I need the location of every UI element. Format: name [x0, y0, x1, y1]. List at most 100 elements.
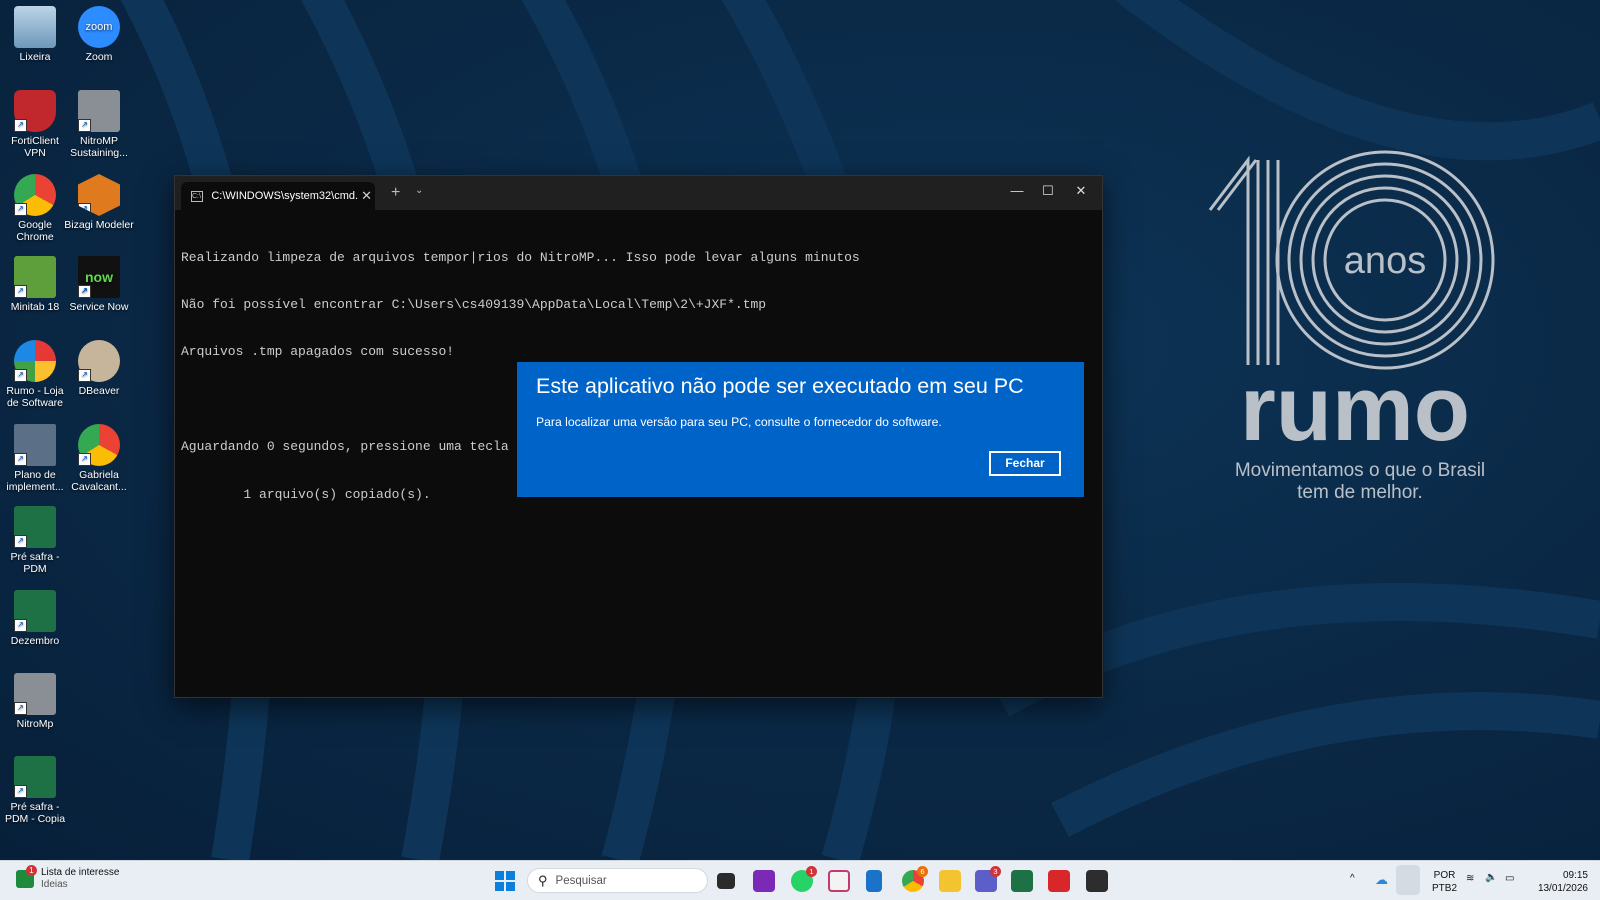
- desktop-icon-label: Pré safra - PDM - Copia: [4, 801, 66, 825]
- desktop-icon[interactable]: ↗ NitroMP Sustaining...: [64, 90, 134, 159]
- desktop-icon[interactable]: now ↗ Service Now: [64, 256, 134, 313]
- gabriela-chrome-icon: ↗: [78, 424, 120, 466]
- widgets-button[interactable]: 1 Lista de interesse Ideias: [16, 865, 120, 891]
- desktop-icon[interactable]: ↗ DBeaver: [64, 340, 134, 397]
- rumo-10-anos-graphic: anos rumo: [1208, 150, 1495, 460]
- desktop-icon[interactable]: ↗ Dezembro: [0, 590, 70, 647]
- excel-file-icon: ↗: [14, 506, 56, 548]
- desktop-icon-label: Rumo - Loja de Software: [6, 385, 64, 409]
- shortcut-arrow-icon: ↗: [14, 535, 27, 548]
- desktop-icon-label: Lixeira: [19, 51, 51, 63]
- desktop-icon[interactable]: ↗ Pré safra - PDM - Copia: [0, 756, 70, 825]
- shortcut-arrow-icon: ↗: [14, 285, 27, 298]
- shortcut-arrow-icon: ↗: [14, 702, 27, 715]
- shortcut-arrow-icon: ↗: [14, 369, 27, 382]
- desktop-icon-label: Service Now: [69, 301, 129, 313]
- whatsapp-badge: 1: [806, 866, 817, 877]
- volume-icon[interactable]: 🔈: [1485, 872, 1497, 883]
- desktop-icon-label: FortiClient VPN: [11, 135, 59, 159]
- tab-title: C:\WINDOWS\system32\cmd.: [211, 190, 359, 202]
- plano-implementacao-icon: ↗: [14, 424, 56, 466]
- widget-title: Lista de interesse: [41, 867, 120, 878]
- recycle-bin-icon: [14, 6, 56, 48]
- onedrive-icon[interactable]: ☁: [1375, 872, 1388, 888]
- dbeaver-icon: ↗: [78, 340, 120, 382]
- forticlient-vpn-icon: ↗: [14, 90, 56, 132]
- excel-icon[interactable]: [1011, 870, 1033, 892]
- language-code: POR: [1433, 870, 1456, 881]
- desktop-icon[interactable]: ↗ Pré safra - PDM: [0, 506, 70, 575]
- desktop-icon-label: Bizagi Modeler: [64, 219, 134, 231]
- snipping-tool-icon[interactable]: [828, 870, 850, 892]
- terminal-titlebar[interactable]: C:\ C:\WINDOWS\system32\cmd. ✕ + ⌄ — ☐ ✕: [175, 176, 1102, 210]
- desktop-icon[interactable]: ↗ Google Chrome: [0, 174, 70, 243]
- desktop-icon[interactable]: ↗ FortiClient VPN: [0, 90, 70, 159]
- shortcut-arrow-icon: ↗: [78, 285, 91, 298]
- rumo-brand-text: rumo: [1240, 358, 1470, 450]
- desktop-icon[interactable]: ↗ Rumo - Loja de Software: [0, 340, 70, 409]
- search-box[interactable]: ⚲ Pesquisar: [527, 868, 708, 893]
- app-error-dialog: Este aplicativo não pode ser executado e…: [517, 362, 1084, 497]
- tagline-line-2: tem de melhor.: [1297, 482, 1423, 503]
- terminal-line: Não foi possível encontrar C:\Users\cs40…: [181, 296, 767, 312]
- rumo-logo: anos rumo Movimentamos o que o Brasil te…: [1200, 150, 1520, 510]
- rumo-loja-icon: ↗: [14, 340, 56, 382]
- servicenow-icon: now ↗: [78, 256, 120, 298]
- terminal-icon[interactable]: [1086, 870, 1108, 892]
- terminal-line: Realizando limpeza de arquivos tempor|ri…: [181, 249, 860, 265]
- desktop-icon-label: DBeaver: [78, 385, 120, 397]
- battery-icon[interactable]: ▭: [1505, 873, 1514, 884]
- desktop-icon[interactable]: ↗ Plano de implement...: [0, 424, 70, 493]
- dialog-title: Este aplicativo não pode ser executado e…: [536, 374, 1024, 398]
- chevron-down-icon[interactable]: ⌄: [415, 185, 423, 196]
- shortcut-arrow-icon: ↗: [14, 785, 27, 798]
- minimize-button[interactable]: —: [1002, 180, 1032, 202]
- whatsapp-icon[interactable]: 1: [791, 866, 817, 892]
- forticlient-icon[interactable]: [1048, 870, 1070, 892]
- file-explorer-icon[interactable]: [939, 870, 961, 892]
- clock[interactable]: 09:15 13/01/2026: [1522, 869, 1588, 895]
- mic-muted-icon[interactable]: [1396, 865, 1420, 895]
- desktop-icon-label: Pré safra - PDM: [10, 551, 60, 575]
- language-indicator[interactable]: POR PTB2: [1432, 869, 1457, 895]
- dialog-message: Para localizar uma versão para seu PC, c…: [536, 415, 942, 429]
- desktop-icon[interactable]: ↗ NitroMp: [0, 673, 70, 730]
- close-tab-icon[interactable]: ✕: [358, 188, 375, 204]
- wifi-icon[interactable]: ≋: [1466, 873, 1474, 884]
- anos-text: anos: [1344, 240, 1426, 282]
- shortcut-arrow-icon: ↗: [78, 119, 91, 132]
- tagline-line-1: Movimentamos o que o Brasil: [1234, 460, 1486, 481]
- desktop-icon[interactable]: zoom Zoom: [64, 6, 134, 63]
- maximize-button[interactable]: ☐: [1033, 180, 1063, 202]
- desktop-icon[interactable]: ↗ Minitab 18: [0, 256, 70, 313]
- google-chrome-icon: ↗: [14, 174, 56, 216]
- shortcut-arrow-icon: ↗: [14, 453, 27, 466]
- desktop-icon-label: Zoom: [85, 51, 113, 63]
- desktop-icon[interactable]: ↗ Gabriela Cavalcant...: [64, 424, 134, 493]
- close-button[interactable]: ✕: [1066, 180, 1096, 202]
- task-view-icon[interactable]: [717, 873, 735, 889]
- nitromp-icon: ↗: [14, 673, 56, 715]
- date: 13/01/2026: [1537, 883, 1588, 894]
- time: 09:15: [1562, 870, 1588, 881]
- onenote-icon[interactable]: [753, 870, 775, 892]
- close-dialog-button[interactable]: Fechar: [989, 451, 1061, 476]
- desktop-icon-label: Plano de implement...: [6, 469, 64, 493]
- teams-icon[interactable]: 3: [975, 866, 1001, 892]
- desktop-icon[interactable]: Lixeira: [0, 6, 70, 63]
- tab-cmd[interactable]: C:\ C:\WINDOWS\system32\cmd. ✕: [181, 182, 375, 210]
- chevron-up-icon[interactable]: ^: [1350, 873, 1355, 884]
- cmd-icon: C:\: [191, 190, 204, 202]
- excel-file-icon: ↗: [14, 756, 56, 798]
- shortcut-arrow-icon: ↗: [14, 619, 27, 632]
- zoom-icon: zoom: [78, 6, 120, 48]
- widget-subtitle: Ideias: [41, 879, 68, 890]
- chrome-icon[interactable]: 6: [902, 866, 928, 892]
- notepad-icon[interactable]: [866, 870, 882, 892]
- new-tab-button[interactable]: +: [391, 184, 400, 202]
- desktop-icon-label: NitroMp: [16, 718, 54, 730]
- start-button[interactable]: [495, 871, 515, 891]
- desktop-icon[interactable]: ↗ Bizagi Modeler: [64, 174, 134, 231]
- shortcut-arrow-icon: ↗: [78, 203, 91, 216]
- chrome-badge: 6: [917, 866, 928, 877]
